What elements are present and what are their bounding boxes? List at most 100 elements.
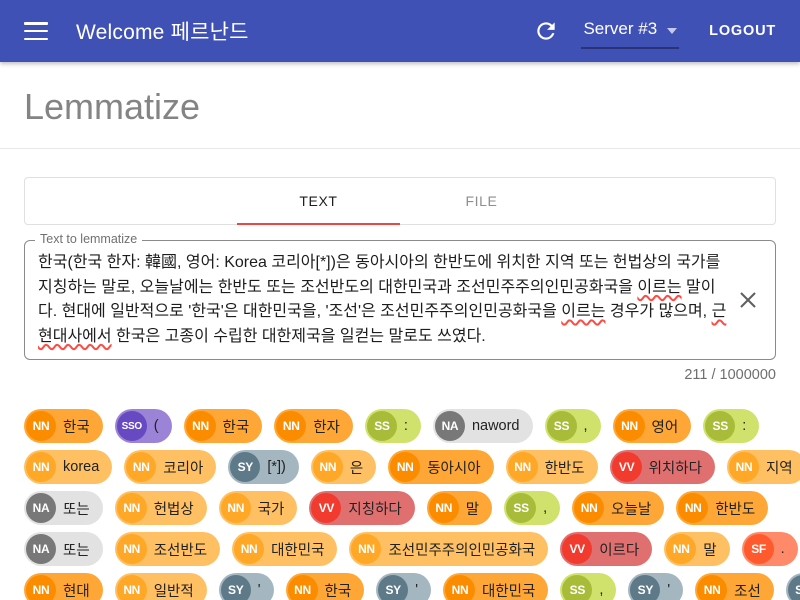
pos-tag-badge: NN bbox=[678, 493, 708, 523]
pos-tag-badge: NN bbox=[117, 493, 147, 523]
pos-tag-badge: NA bbox=[435, 411, 465, 441]
misspelled-word: 이르는 bbox=[561, 303, 605, 320]
pos-tag-badge: NN bbox=[288, 575, 318, 600]
token-word: , bbox=[584, 418, 588, 434]
token-word: 오늘날 bbox=[611, 498, 651, 519]
token-chip: NN대한민국 bbox=[443, 573, 548, 600]
token-chip: SY' bbox=[786, 573, 800, 600]
token-word: 지역 bbox=[766, 457, 793, 478]
token-chip: NN 한국 bbox=[286, 573, 365, 600]
token-chip-area: NN한국SSO(NN한국NN한자SS:NAnawordSS,NN영어SS:NNk… bbox=[24, 409, 776, 600]
token-word: 이르다 bbox=[599, 539, 639, 560]
pos-tag-badge: NN bbox=[429, 493, 459, 523]
token-chip: NN국가 bbox=[219, 491, 298, 525]
token-word: [*]) bbox=[267, 459, 286, 475]
token-chip: NA naword bbox=[433, 409, 533, 443]
chevron-down-icon bbox=[667, 28, 677, 34]
token-word: : bbox=[742, 418, 746, 434]
pos-tag-badge: NN bbox=[276, 411, 306, 441]
pos-tag-badge: SS bbox=[506, 493, 536, 523]
token-chip: SS: bbox=[703, 409, 759, 443]
close-icon[interactable] bbox=[736, 288, 760, 312]
token-word: 위치하다 bbox=[649, 457, 702, 478]
token-chip: NN 한자 bbox=[274, 409, 353, 443]
page-title: Lemmatize bbox=[24, 86, 776, 128]
pos-tag-badge: NN bbox=[445, 575, 475, 600]
text-segment: 경우가 많으며, bbox=[605, 303, 711, 320]
token-chip: NN조선 bbox=[695, 573, 774, 600]
token-chip: VV 위치하다 bbox=[610, 450, 715, 484]
token-word: 영어 bbox=[652, 416, 679, 437]
token-word: 한반도 bbox=[715, 498, 755, 519]
token-chip: SSO( bbox=[115, 409, 172, 443]
token-word: 한국 bbox=[325, 580, 352, 600]
token-word: 한국 bbox=[223, 416, 250, 437]
pos-tag-badge: NN bbox=[615, 411, 645, 441]
token-word: , bbox=[599, 582, 603, 598]
token-word: 또는 bbox=[63, 498, 90, 519]
token-chip: NN은 bbox=[311, 450, 376, 484]
token-word: 현대 bbox=[63, 580, 90, 600]
pos-tag-badge: SS bbox=[705, 411, 735, 441]
token-word: : bbox=[404, 418, 408, 434]
char-counter: 211 / 1000000 bbox=[24, 367, 776, 383]
token-chip-row: NN현대NN일반적SY'NN한국SY'NN대한민국SS,SY'NN조선SY' bbox=[24, 573, 776, 600]
hamburger-menu-icon[interactable] bbox=[24, 22, 48, 40]
pos-tag-badge: SY bbox=[630, 575, 660, 600]
pos-tag-badge: NN bbox=[117, 534, 147, 564]
pos-tag-badge: NN bbox=[117, 575, 147, 600]
token-chip: NN대한민국 bbox=[232, 532, 337, 566]
token-chip: SS, bbox=[560, 573, 616, 600]
token-word: 또는 bbox=[63, 539, 90, 560]
welcome-title: Welcome 페르난드 bbox=[76, 16, 249, 46]
token-chip: VV 이르다 bbox=[560, 532, 652, 566]
token-chip: NN오늘날 bbox=[572, 491, 664, 525]
server-select-value: Server #3 bbox=[583, 19, 657, 39]
pos-tag-badge: NN bbox=[697, 575, 727, 600]
pos-tag-badge: NN bbox=[186, 411, 216, 441]
pos-tag-badge: NA bbox=[26, 534, 56, 564]
pos-tag-badge: VV bbox=[562, 534, 592, 564]
pos-tag-badge: VV bbox=[612, 452, 642, 482]
token-word: 조선민주주의인민공화국 bbox=[388, 539, 535, 560]
token-word: ( bbox=[154, 418, 159, 434]
field-text[interactable]: 한국(한국 한자: 韓國, 영어: Korea 코리아[*])은 동아시아의 한… bbox=[38, 251, 729, 349]
pos-tag-badge: NN bbox=[26, 575, 56, 600]
token-word: . bbox=[781, 541, 785, 557]
token-word: 대한민국 bbox=[271, 539, 324, 560]
token-word: 일반적 bbox=[154, 580, 194, 600]
pos-tag-badge: SF bbox=[744, 534, 774, 564]
token-chip: SY [*]) bbox=[228, 450, 299, 484]
pos-tag-badge: VV bbox=[311, 493, 341, 523]
token-word: 지칭하다 bbox=[348, 498, 401, 519]
pos-tag-badge: NN bbox=[221, 493, 251, 523]
token-word: naword bbox=[472, 418, 520, 434]
tab-text[interactable]: TEXT bbox=[237, 178, 400, 224]
server-select[interactable]: Server #3 bbox=[581, 13, 679, 49]
token-word: ' bbox=[415, 582, 418, 598]
token-chip: NN지역 bbox=[727, 450, 800, 484]
token-chip: NA 또는 bbox=[24, 532, 103, 566]
token-chip: SY' bbox=[376, 573, 431, 600]
token-chip: NN한국 bbox=[24, 409, 103, 443]
tab-text-label: TEXT bbox=[299, 193, 337, 209]
token-chip: NN헌법상 bbox=[115, 491, 207, 525]
token-word: 한자 bbox=[313, 416, 340, 437]
lemmatize-input-field[interactable]: Text to lemmatize 한국(한국 한자: 韓國, 영어: Kore… bbox=[24, 240, 776, 360]
pos-tag-badge: NN bbox=[666, 534, 696, 564]
pos-tag-badge: SY bbox=[221, 575, 251, 600]
pos-tag-badge: NN bbox=[26, 452, 56, 482]
token-chip: NN동아시아 bbox=[388, 450, 493, 484]
pos-tag-badge: SS bbox=[547, 411, 577, 441]
pos-tag-badge: SY bbox=[230, 452, 260, 482]
tab-file[interactable]: FILE bbox=[400, 178, 563, 224]
refresh-icon[interactable] bbox=[533, 18, 559, 44]
token-word: 말 bbox=[466, 498, 479, 519]
pos-tag-badge: NN bbox=[508, 452, 538, 482]
token-chip: NN 말 bbox=[427, 491, 492, 525]
token-word: , bbox=[543, 500, 547, 516]
logout-button[interactable]: LOGOUT bbox=[709, 23, 776, 39]
active-tab-underline bbox=[237, 223, 400, 225]
token-chip: NN조선민주주의인민공화국 bbox=[349, 532, 548, 566]
token-word: 코리아 bbox=[163, 457, 203, 478]
